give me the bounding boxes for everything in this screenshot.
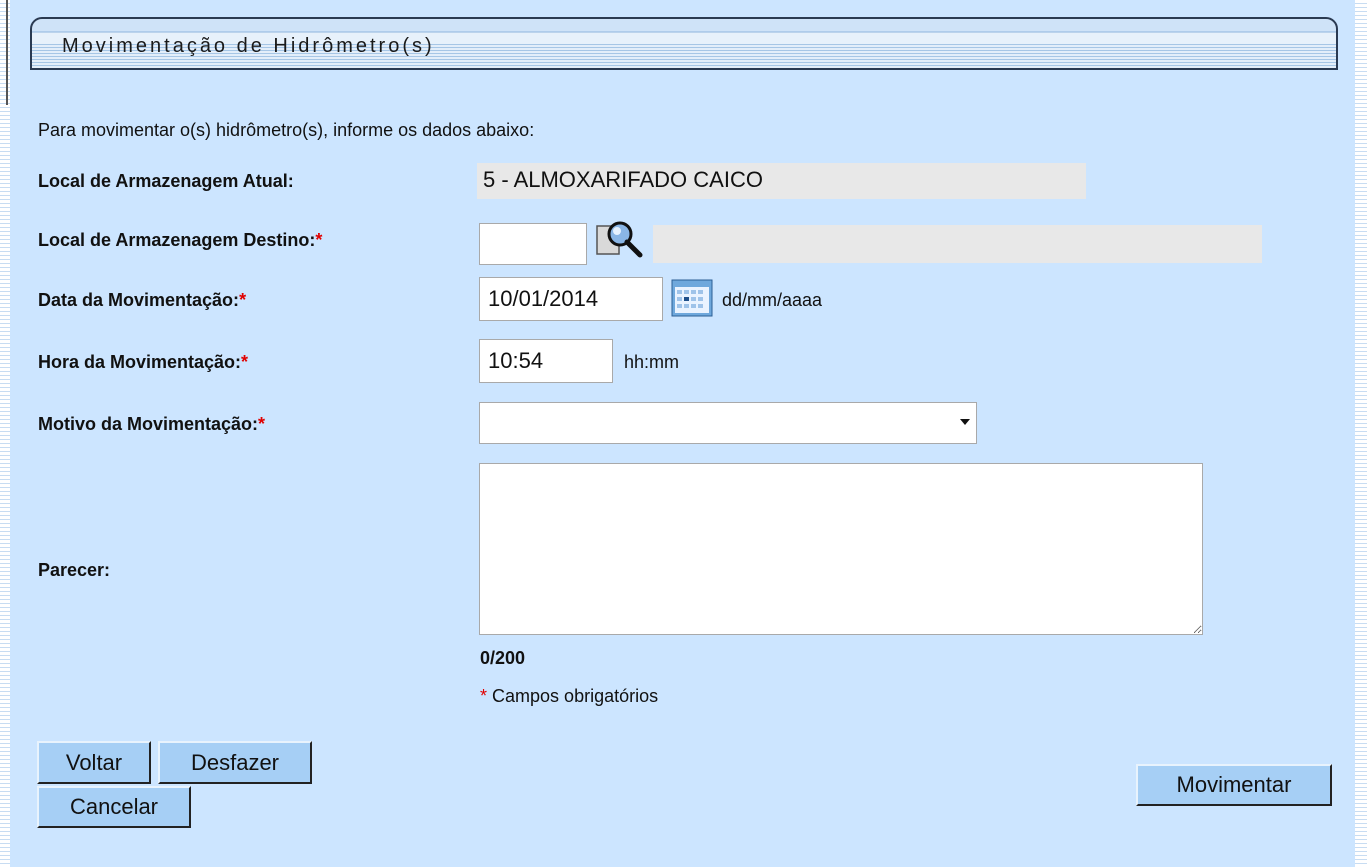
- label-motivo: Motivo da Movimentação:*: [38, 414, 265, 435]
- movimentar-button[interactable]: Movimentar: [1136, 764, 1332, 806]
- intro-text: Para movimentar o(s) hidrômetro(s), info…: [38, 120, 535, 140]
- left-border-strip: [0, 0, 10, 867]
- local-destino-code-input[interactable]: [479, 223, 587, 265]
- label-parecer: Parecer:: [38, 560, 110, 581]
- data-movimentacao-input[interactable]: [479, 277, 663, 321]
- label-hora-text: Hora da Movimentação:: [38, 352, 242, 372]
- magnifier-icon[interactable]: [596, 220, 644, 260]
- right-border-strip: [1355, 0, 1367, 867]
- required-note-text: Campos obrigatórios: [492, 686, 659, 706]
- label-local-destino-text: Local de Armazenagem Destino:: [38, 230, 316, 250]
- required-mark: *: [258, 414, 266, 434]
- label-local-destino: Local de Armazenagem Destino:*: [38, 230, 322, 251]
- motivo-select[interactable]: [479, 402, 977, 444]
- label-data-text: Data da Movimentação:: [38, 290, 240, 310]
- required-mark: *: [480, 686, 488, 706]
- hora-format-hint: hh:mm: [624, 352, 680, 372]
- page-title: Movimentação de Hidrômetro(s): [62, 35, 435, 57]
- required-mark: *: [241, 352, 249, 372]
- hora-movimentacao-input[interactable]: [479, 339, 613, 383]
- left-border-line: [6, 0, 8, 105]
- voltar-button[interactable]: Voltar: [37, 741, 151, 784]
- label-hora: Hora da Movimentação:*: [38, 352, 248, 373]
- desfazer-button[interactable]: Desfazer: [158, 741, 312, 784]
- data-format-hint: dd/mm/aaaa: [722, 290, 823, 310]
- cancelar-button[interactable]: Cancelar: [37, 786, 191, 828]
- local-atual-value: 5 - ALMOXARIFADO CAICO: [477, 163, 1086, 199]
- required-fields-note: * Campos obrigatórios: [480, 686, 658, 707]
- label-parecer-text: Parecer:: [38, 560, 111, 580]
- label-motivo-text: Motivo da Movimentação:: [38, 414, 259, 434]
- parecer-textarea[interactable]: [479, 463, 1203, 635]
- required-mark: *: [239, 290, 247, 310]
- label-local-atual-text: Local de Armazenagem Atual:: [38, 171, 294, 191]
- calendar-icon[interactable]: [671, 279, 713, 317]
- label-local-atual: Local de Armazenagem Atual:: [38, 171, 294, 192]
- chevron-down-icon: [960, 419, 970, 425]
- local-destino-description: [653, 225, 1262, 263]
- required-mark: *: [315, 230, 323, 250]
- label-data: Data da Movimentação:*: [38, 290, 246, 311]
- parecer-char-count: 0/200: [480, 648, 526, 668]
